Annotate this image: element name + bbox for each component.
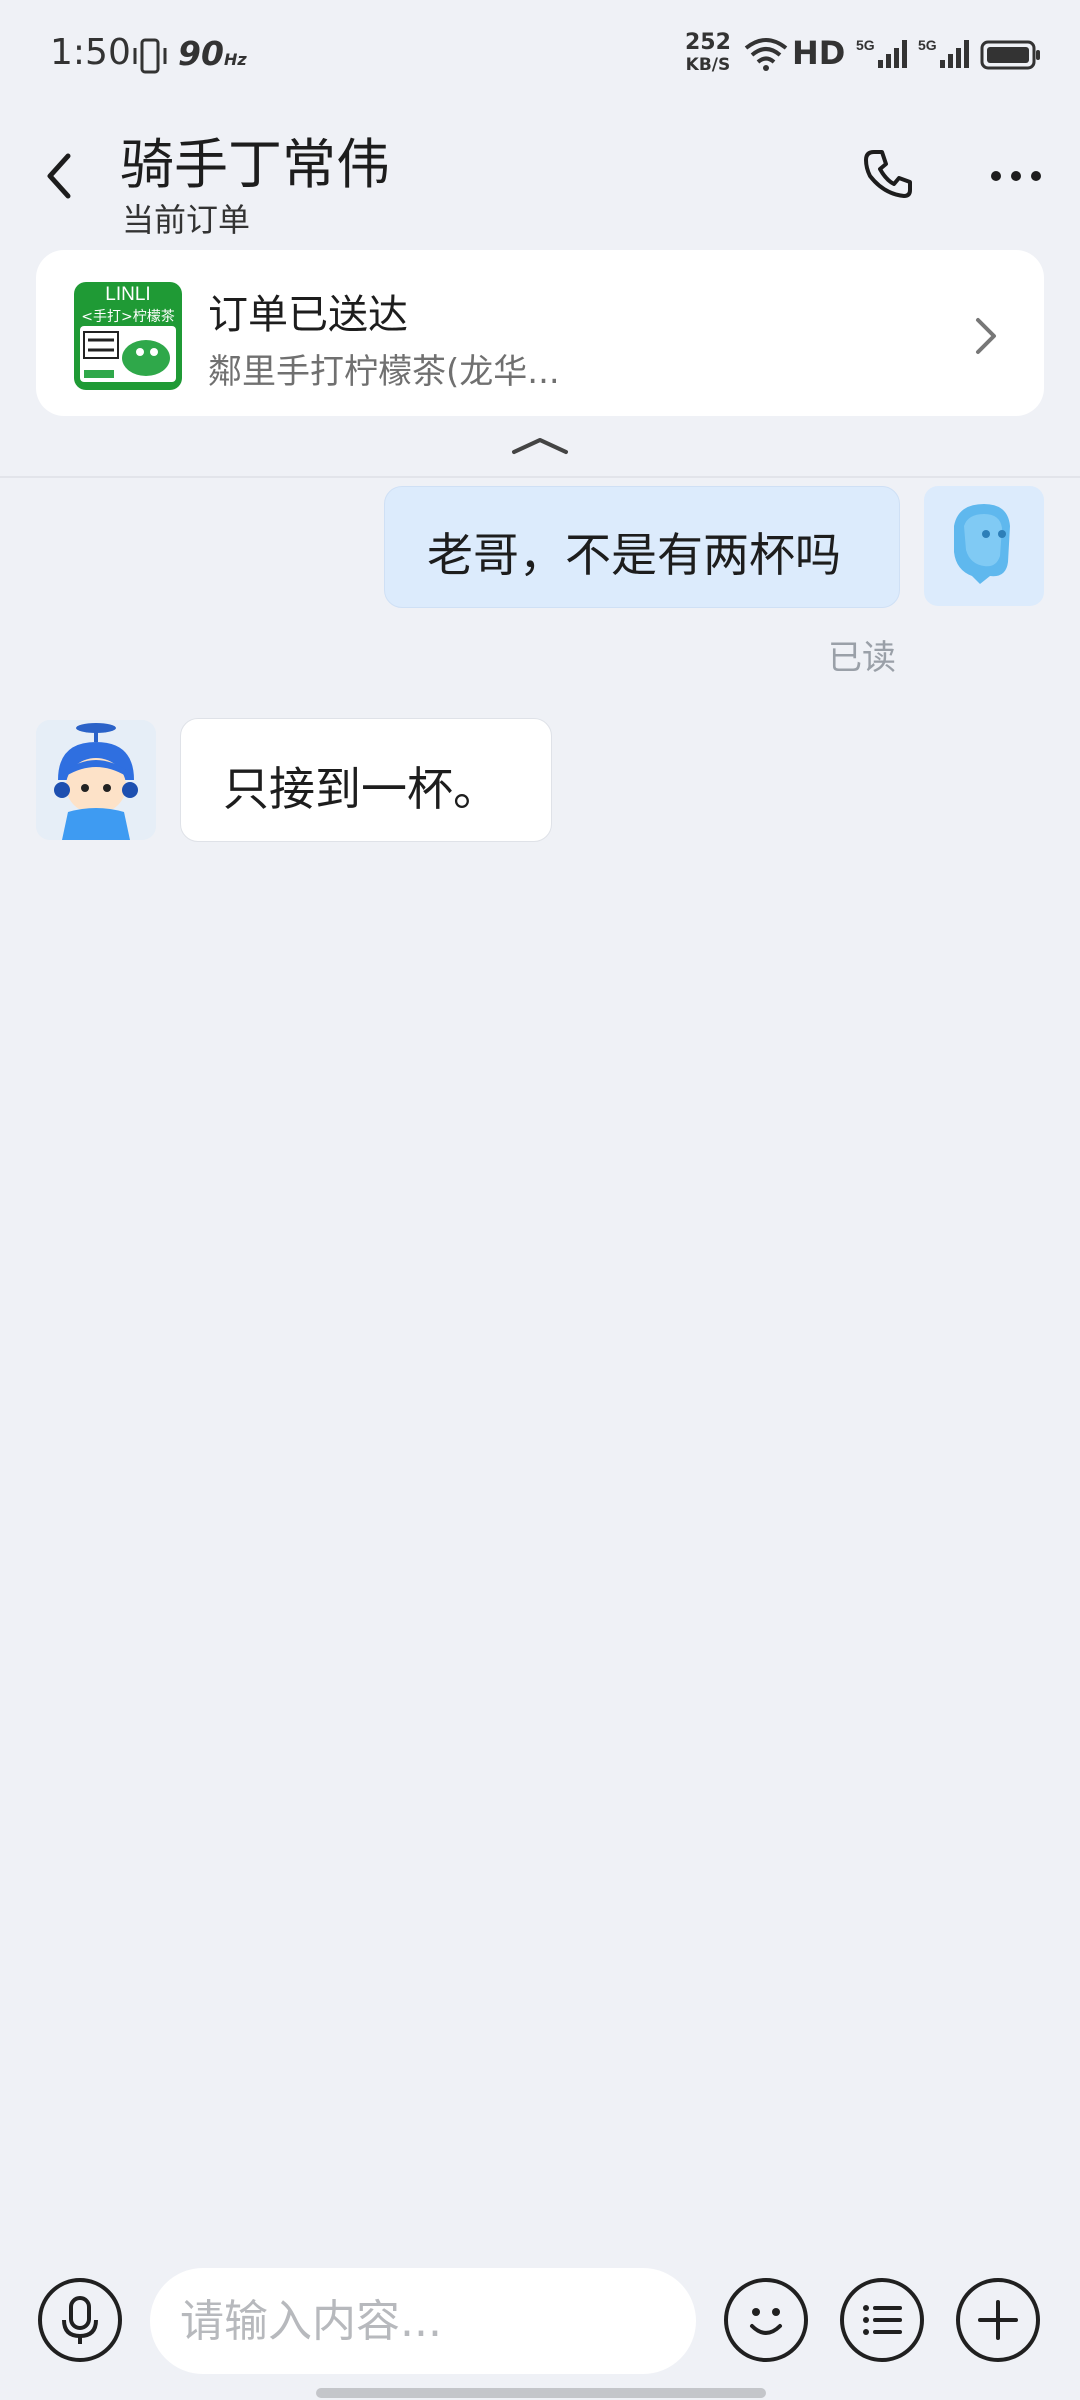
- shop-logo-artwork: [80, 326, 176, 382]
- emoji-button[interactable]: [724, 2278, 808, 2362]
- quick-phrases-button[interactable]: [840, 2278, 924, 2362]
- page-subtitle: 当前订单: [122, 201, 251, 239]
- message-input[interactable]: [150, 2268, 696, 2374]
- home-indicator[interactable]: [316, 2388, 766, 2398]
- svg-text:5G: 5G: [918, 37, 937, 53]
- order-card[interactable]: LINLI <手打>柠檬茶 订单已送达 鄰里手打柠檬茶(龙华...: [36, 250, 1044, 416]
- back-button[interactable]: [40, 148, 80, 204]
- network-speed: 252 KB/S: [685, 30, 731, 76]
- more-options-icon[interactable]: [988, 156, 1044, 196]
- more-actions-button[interactable]: [956, 2278, 1040, 2362]
- shop-logo-brand: LINLI: [105, 284, 151, 305]
- plus-icon: [978, 2300, 1018, 2340]
- status-bar: 1:50 90Hz 252 KB/S HD 5G 5G: [0, 0, 1080, 110]
- hd-indicator: HD: [792, 34, 846, 72]
- order-shop-name: 鄰里手打柠檬茶(龙华...: [208, 352, 560, 392]
- svg-text:5G: 5G: [856, 37, 875, 53]
- refresh-rate: 90Hz: [178, 34, 247, 73]
- signal-icon-2: 5G: [918, 37, 969, 68]
- list-icon: [863, 2305, 902, 2335]
- wifi-icon: [744, 38, 788, 71]
- read-status: 已读: [828, 638, 896, 678]
- voice-input-button[interactable]: [38, 2278, 122, 2362]
- chevron-right-icon: [976, 318, 996, 354]
- divider: [0, 476, 1080, 478]
- message-text: 老哥，不是有两杯吗: [427, 528, 841, 582]
- page-title: 骑手丁常伟: [120, 133, 390, 196]
- phone-icon[interactable]: [860, 146, 916, 202]
- battery-icon: [980, 40, 1040, 70]
- shop-logo: LINLI <手打>柠檬茶: [74, 282, 182, 390]
- collapse-chevron-icon[interactable]: [510, 432, 570, 458]
- order-status: 订单已送达: [208, 292, 408, 338]
- status-time: 1:50: [50, 32, 131, 73]
- avatar-rider[interactable]: [36, 720, 156, 840]
- message-text: 只接到一杯。: [223, 762, 499, 816]
- signal-icon: 5G: [856, 37, 907, 68]
- smiley-icon: [750, 2308, 782, 2335]
- vibrate-icon: [133, 38, 167, 74]
- message-bubble-outgoing[interactable]: 老哥，不是有两杯吗: [384, 486, 900, 608]
- microphone-icon: [62, 2296, 98, 2344]
- message-bubble-incoming[interactable]: 只接到一杯。: [180, 718, 552, 842]
- shop-logo-subtitle: <手打>柠檬茶: [81, 309, 175, 325]
- avatar-self[interactable]: [924, 486, 1044, 606]
